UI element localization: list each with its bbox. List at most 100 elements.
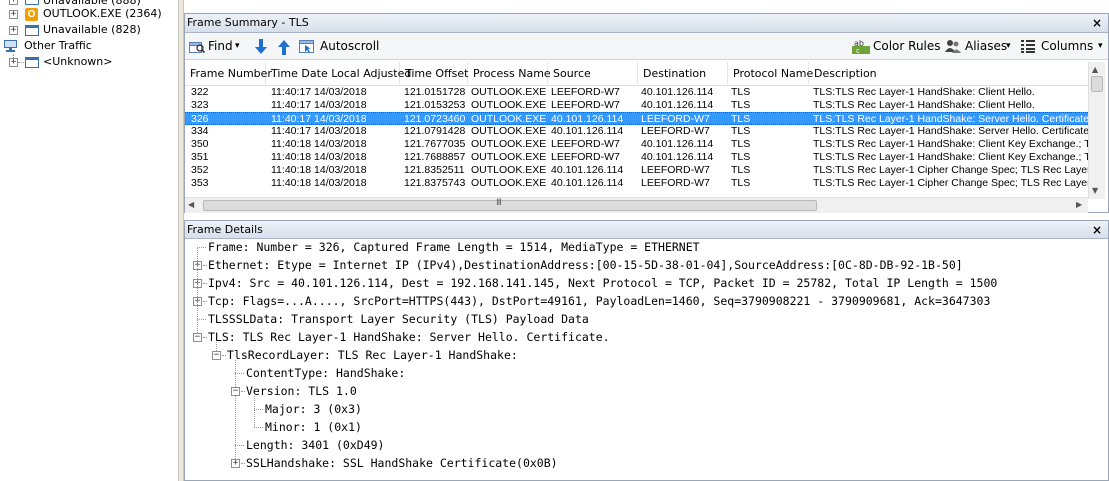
table-row[interactable]: 334 11:40:17 14/03/2018 121.0791428 OUTLOOK… <box>185 125 1088 138</box>
detail-text: Ethernet: Etype = Internet IP (IPv4),Des… <box>208 258 963 272</box>
column-header-time-date[interactable]: Time Date Local Adjusted <box>266 62 411 86</box>
tree-item-outlook[interactable]: OUTLOOK.EXE (2364) <box>43 6 162 22</box>
cell-protocol: TLS <box>731 164 751 176</box>
detail-node[interactable]: Minor: 1 (0x1) <box>185 418 1109 436</box>
column-header-description[interactable]: Description <box>809 62 1088 86</box>
cell-description: TLS:TLS Rec Layer-1 HandShake: Client Ke… <box>813 138 1088 150</box>
detail-text: Major: 3 (0x3) <box>265 402 362 416</box>
table-row[interactable]: 352 11:40:18 14/03/2018 121.8352511 OUTLOOK… <box>185 164 1088 177</box>
detail-node[interactable]: + Tcp: Flags=...A...., SrcPort=HTTPS(443)… <box>185 292 1109 310</box>
column-header-frame-number[interactable]: Frame Number <box>185 62 272 86</box>
column-header-protocol-name[interactable]: Protocol Name <box>728 62 813 86</box>
column-header-process-name[interactable]: Process Name <box>468 62 551 86</box>
frame-summary-grid[interactable]: Frame Number Time Date Local Adjusted Ti… <box>185 62 1088 199</box>
cell-destination: LEEFORD-W7 <box>641 177 710 189</box>
conversation-tree[interactable]: + Unavailable (888) + O OUTLOOK.EXE (236… <box>0 0 178 481</box>
cell-time-offset: 121.8375743 <box>404 177 466 189</box>
tree-item-unavailable-828[interactable]: Unavailable (828) <box>43 22 141 38</box>
cell-destination: 40.101.126.114 <box>641 151 714 163</box>
detail-node[interactable]: − TLS: TLS Rec Layer-1 HandShake: Server … <box>185 328 1109 346</box>
window-icon <box>25 57 39 68</box>
cell-process-name: OUTLOOK.EXE <box>471 177 547 189</box>
detail-node[interactable]: − Version: TLS 1.0 <box>185 382 1109 400</box>
chevron-down-icon: ▾ <box>1006 41 1011 51</box>
color-rules-label: Color Rules <box>873 39 941 53</box>
cell-process-name: OUTLOOK.EXE <box>471 164 547 176</box>
expand-icon[interactable]: + <box>231 459 240 468</box>
detail-text: Minor: 1 (0x1) <box>265 420 362 434</box>
autoscroll-label: Autoscroll <box>320 39 380 53</box>
columns-icon <box>1021 40 1035 53</box>
color-rules-button[interactable]: ab c Color Rules <box>852 33 942 60</box>
detail-node[interactable]: Length: 3401 (0xD49) <box>185 436 1109 454</box>
autoscroll-button[interactable]: Autoscroll <box>299 33 379 60</box>
outlook-icon: O <box>25 8 38 21</box>
cell-destination: 40.101.126.114 <box>641 138 714 150</box>
collapse-icon[interactable]: − <box>193 333 202 342</box>
detail-node[interactable]: + Ethernet: Etype = Internet IP (IPv4),De… <box>185 256 1109 274</box>
detail-node[interactable]: + SSLHandshake: SSL HandShake Certificate… <box>185 454 1109 472</box>
detail-node[interactable]: + Ipv4: Src = 40.101.126.114, Dest = 192.… <box>185 274 1109 292</box>
detail-node[interactable]: TLSSSLData: Transport Layer Security (TL… <box>185 310 1109 328</box>
expand-icon[interactable]: + <box>9 26 18 35</box>
arrow-up-icon[interactable] <box>278 39 290 55</box>
expand-icon[interactable]: + <box>9 58 18 67</box>
table-row[interactable]: 353 11:40:18 14/03/2018 121.8375743 OUTLOOK… <box>185 177 1088 190</box>
scroll-left-icon[interactable]: ◀ <box>188 200 194 209</box>
cell-source: 40.101.126.114 <box>551 164 624 176</box>
table-row[interactable]: 350 11:40:18 14/03/2018 121.7677035 OUTLOOK… <box>185 138 1088 151</box>
column-header-source[interactable]: Source <box>548 62 638 86</box>
cell-time-date: 11:40:18 14/03/2018 <box>271 151 367 163</box>
close-icon[interactable]: × <box>1092 14 1102 32</box>
scroll-thumb[interactable]: III <box>203 198 817 211</box>
vertical-scrollbar[interactable]: ▲ ▼ <box>1088 62 1105 199</box>
detail-text: Ipv4: Src = 40.101.126.114, Dest = 192.1… <box>208 276 998 290</box>
table-row[interactable]: 326 11:40:17 14/03/2018 121.0723460 OUTLOOK… <box>185 112 1088 125</box>
column-header-time-offset[interactable]: Time Offset <box>400 62 468 86</box>
svg-text:c: c <box>856 47 860 54</box>
aliases-button[interactable]: Aliases ▾ <box>945 33 1017 60</box>
panel-title: Frame Summary - TLS <box>187 16 309 29</box>
scroll-thumb[interactable] <box>1091 76 1103 92</box>
table-row[interactable]: 351 11:40:18 14/03/2018 121.7688857 OUTLOOK… <box>185 151 1088 164</box>
cell-source: LEEFORD-W7 <box>551 86 620 98</box>
tree-item-other-traffic[interactable]: Other Traffic <box>24 38 92 54</box>
cell-description: TLS:TLS Rec Layer-1 Cipher Change Spec; … <box>813 177 1088 189</box>
arrow-down-icon[interactable] <box>255 39 267 55</box>
detail-node[interactable]: Major: 3 (0x3) <box>185 400 1109 418</box>
grid-header: Frame Number Time Date Local Adjusted Ti… <box>185 62 1088 86</box>
expand-icon[interactable]: + <box>9 10 18 19</box>
find-button[interactable]: Find ▾ <box>189 33 249 60</box>
table-row[interactable]: 322 11:40:17 14/03/2018 121.0151728 OUTLOOK… <box>185 86 1088 99</box>
cell-protocol: TLS <box>731 138 751 150</box>
cell-time-date: 11:40:18 14/03/2018 <box>271 164 367 176</box>
cell-source: LEEFORD-W7 <box>551 99 620 111</box>
table-row[interactable]: 323 11:40:17 14/03/2018 121.0153253 OUTLOOK… <box>185 99 1088 112</box>
cell-time-offset: 121.7688857 <box>404 151 466 163</box>
detail-text: Frame: Number = 326, Captured Frame Leng… <box>208 240 700 254</box>
cell-description: TLS:TLS Rec Layer-1 Cipher Change Spec; … <box>813 164 1088 176</box>
collapse-icon[interactable]: − <box>231 387 240 396</box>
cell-process-name: OUTLOOK.EXE <box>471 125 547 137</box>
cell-frame-number: 351 <box>191 151 209 163</box>
detail-text: TLSSSLData: Transport Layer Security (TL… <box>208 312 589 326</box>
scroll-up-icon[interactable]: ▲ <box>1092 65 1098 74</box>
detail-node[interactable]: Frame: Number = 326, Captured Frame Leng… <box>185 238 1109 256</box>
cell-description: TLS:TLS Rec Layer-1 HandShake: Client He… <box>813 99 1035 111</box>
column-header-destination[interactable]: Destination <box>638 62 728 86</box>
horizontal-scrollbar[interactable]: ◀ III ▶ <box>185 197 1088 213</box>
scroll-right-icon[interactable]: ▶ <box>1076 200 1082 209</box>
cell-time-date: 11:40:18 14/03/2018 <box>271 138 367 150</box>
collapse-icon[interactable]: − <box>212 351 221 360</box>
cell-destination: LEEFORD-W7 <box>641 164 710 176</box>
expand-icon[interactable]: + <box>9 0 18 5</box>
detail-node[interactable]: ContentType: HandShake: <box>185 364 1109 382</box>
tree-item-unknown[interactable]: <Unknown> <box>43 54 113 70</box>
detail-node[interactable]: − TlsRecordLayer: TLS Rec Layer-1 HandSha… <box>185 346 1109 364</box>
cell-protocol: TLS <box>731 86 751 98</box>
close-icon[interactable]: × <box>1092 221 1102 239</box>
scroll-down-icon[interactable]: ▼ <box>1092 186 1098 195</box>
columns-button[interactable]: Columns ▾ <box>1021 33 1107 60</box>
summary-toolbar: Find ▾ Autoscroll ab c Color Rules Alias… <box>185 33 1108 60</box>
cell-frame-number: 352 <box>191 164 209 176</box>
